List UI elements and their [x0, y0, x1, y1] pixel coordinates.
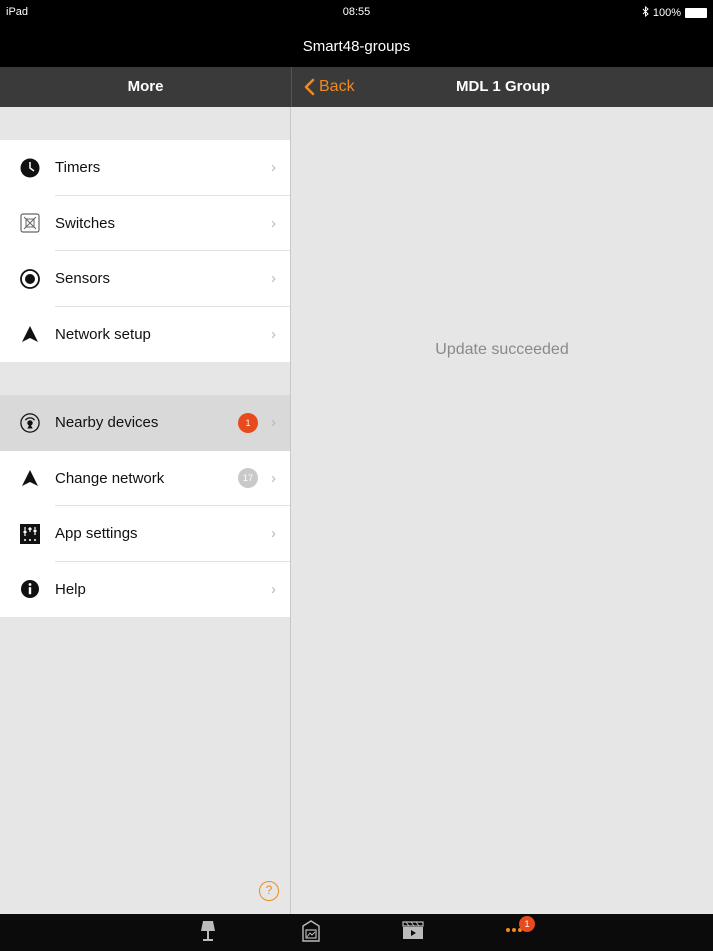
chevron-right-icon: ›: [271, 214, 276, 232]
tab-gallery[interactable]: [281, 914, 341, 951]
menu-item-nearby-devices[interactable]: Nearby devices 1 ›: [0, 395, 290, 451]
menu-item-network-setup[interactable]: Network setup ›: [0, 307, 290, 363]
sensor-icon: [20, 268, 40, 289]
menu-item-help[interactable]: Help ›: [0, 562, 290, 618]
chevron-right-icon: ›: [271, 325, 276, 343]
menu-item-label: Change network: [55, 469, 165, 487]
notification-badge: 1: [238, 412, 258, 433]
app-title: Smart48-groups: [0, 26, 713, 67]
tab-lamps[interactable]: [178, 914, 238, 951]
more-menu-panel: Timers › Switches › Sensors › Network se…: [0, 107, 291, 914]
battery-percent: 100%: [652, 7, 681, 19]
bluetooth-icon: [642, 5, 649, 20]
left-nav-title: More: [0, 67, 291, 107]
menu-item-label: Help: [55, 580, 86, 598]
menu-item-label: App settings: [55, 525, 138, 543]
chevron-right-icon: ›: [271, 414, 276, 432]
detail-panel: Update succeeded: [291, 107, 713, 914]
battery-icon: [685, 8, 707, 18]
chevron-right-icon: ›: [271, 525, 276, 543]
tab-more[interactable]: 1: [485, 914, 545, 951]
change-network-icon: [20, 468, 40, 488]
help-question-icon[interactable]: ?: [259, 881, 279, 901]
chevron-right-icon: ›: [271, 469, 276, 487]
chevron-right-icon: ›: [271, 270, 276, 288]
menu-item-timers[interactable]: Timers ›: [0, 140, 290, 196]
menu-item-app-settings[interactable]: App settings ›: [0, 506, 290, 562]
menu-item-label: Switches: [55, 214, 116, 232]
network-count-badge: 17: [238, 468, 258, 489]
menu-item-label: Network setup: [55, 325, 151, 343]
clock-icon: [20, 158, 40, 178]
menu-item-label: Timers: [55, 159, 101, 177]
tab-scenes[interactable]: [383, 914, 443, 951]
lamp-icon: [200, 920, 216, 947]
network-setup-icon: [20, 324, 40, 344]
right-nav-bar: Back MDL 1 Group: [291, 67, 713, 107]
menu-item-change-network[interactable]: Change network 17 ›: [0, 451, 290, 506]
menu-item-sensors[interactable]: Sensors ›: [0, 251, 290, 307]
info-icon: [20, 579, 40, 599]
more-tab-badge: 1: [519, 916, 535, 932]
menu-item-label: Sensors: [55, 270, 111, 288]
menu-item-label: Nearby devices: [55, 414, 159, 432]
app-settings-icon: [20, 523, 40, 544]
gallery-icon: [301, 920, 321, 947]
scenes-icon: [402, 920, 424, 945]
detail-title: MDL 1 Group: [456, 78, 550, 95]
status-time: 08:55: [342, 6, 371, 18]
chevron-right-icon: ›: [271, 159, 276, 177]
menu-group-primary: Timers › Switches › Sensors › Network se…: [0, 140, 290, 362]
menu-group-secondary: Nearby devices 1 › Change network 17 › A…: [0, 395, 290, 617]
chevron-right-icon: ›: [271, 580, 276, 598]
battery-status: 100%: [642, 5, 707, 20]
menu-item-switches[interactable]: Switches ›: [0, 196, 290, 251]
nearby-devices-icon: [20, 413, 40, 433]
status-bar: iPad 08:55 100%: [0, 0, 713, 26]
tab-bar: 1: [0, 914, 713, 951]
switch-icon: [20, 213, 40, 233]
status-message: Update succeeded: [435, 341, 569, 358]
